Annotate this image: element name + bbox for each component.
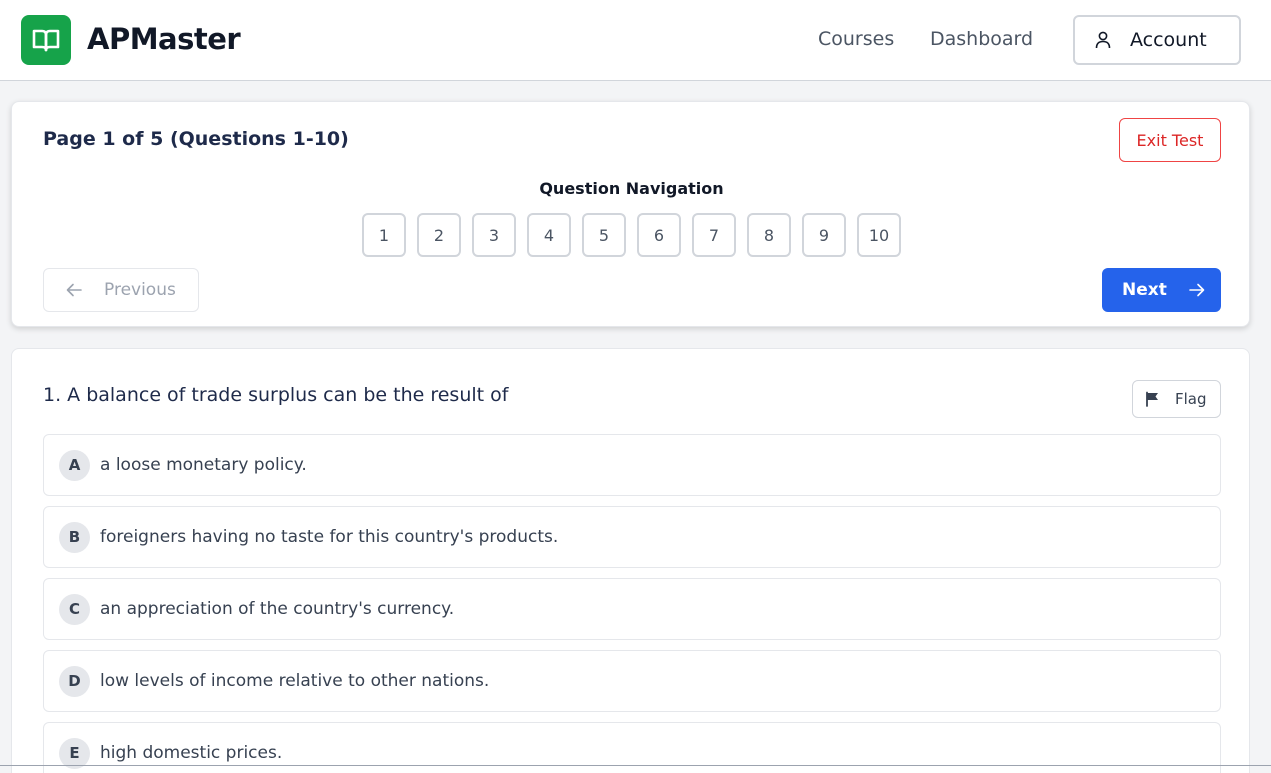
next-label: Next [1122,280,1167,300]
exit-test-button[interactable]: Exit Test [1119,118,1221,162]
flag-icon [1146,391,1158,407]
top-header: APMaster Courses Dashboard Account [0,0,1271,81]
question-number-button[interactable]: 4 [527,213,571,257]
question-text: 1. A balance of trade surplus can be the… [43,384,509,406]
question-number-button[interactable]: 7 [692,213,736,257]
previous-button[interactable]: Previous [43,268,199,312]
page-title: Page 1 of 5 (Questions 1-10) [43,128,349,150]
question-number-button[interactable]: 5 [582,213,626,257]
question-number-button[interactable]: 3 [472,213,516,257]
question-number-button[interactable]: 8 [747,213,791,257]
flag-label: Flag [1175,390,1207,408]
option-text: high domestic prices. [100,743,283,763]
answer-option-c[interactable]: C an appreciation of the country's curre… [43,578,1221,640]
previous-label: Previous [104,280,176,300]
option-letter: E [59,737,90,769]
user-icon [1095,31,1111,49]
arrow-right-icon [1189,283,1205,297]
option-text: foreigners having no taste for this coun… [100,527,559,547]
question-number-button[interactable]: 1 [362,213,406,257]
answer-option-a[interactable]: A a loose monetary policy. [43,434,1221,496]
question-navigation-card: Page 1 of 5 (Questions 1-10) Exit Test Q… [11,101,1250,327]
next-button[interactable]: Next [1102,268,1221,312]
arrow-left-icon [66,283,82,297]
question-card: 1. A balance of trade surplus can be the… [11,348,1250,773]
option-letter: C [59,593,90,625]
option-letter: D [59,665,90,697]
open-book-icon [32,29,60,52]
nav-courses-link[interactable]: Courses [818,28,894,50]
account-button[interactable]: Account [1073,15,1241,65]
logo-badge[interactable] [21,15,71,65]
viewport-bottom-divider [0,765,1271,766]
nav-dashboard-link[interactable]: Dashboard [930,28,1033,50]
option-letter: A [59,449,90,481]
option-text: low levels of income relative to other n… [100,671,490,691]
question-number-button[interactable]: 6 [637,213,681,257]
question-navigation-title: Question Navigation [539,179,724,198]
answer-option-b[interactable]: B foreigners having no taste for this co… [43,506,1221,568]
question-number-button[interactable]: 9 [802,213,846,257]
question-number-button[interactable]: 10 [857,213,901,257]
question-number-button[interactable]: 2 [417,213,461,257]
option-letter: B [59,521,90,553]
option-text: a loose monetary policy. [100,455,307,475]
account-label: Account [1130,29,1207,51]
question-number-list: 1 2 3 4 5 6 7 8 9 10 [362,213,901,257]
answer-option-d[interactable]: D low levels of income relative to other… [43,650,1221,712]
app-logo-text[interactable]: APMaster [87,22,241,56]
flag-button[interactable]: Flag [1132,380,1221,418]
option-text: an appreciation of the country's currenc… [100,599,455,619]
